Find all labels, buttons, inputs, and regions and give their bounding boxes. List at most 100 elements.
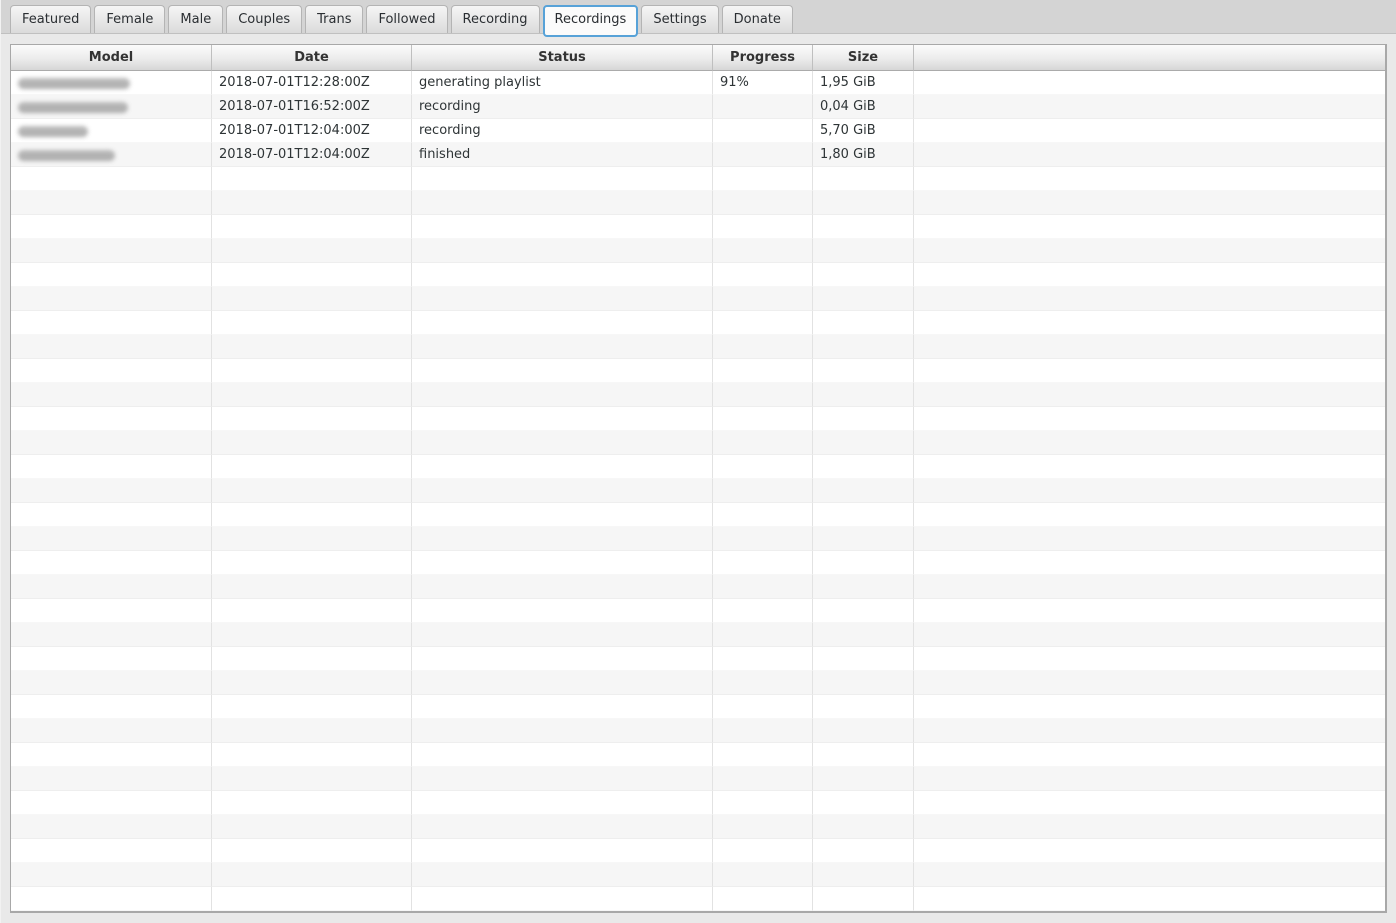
empty-table-row[interactable]	[11, 623, 1385, 647]
empty-table-row[interactable]	[11, 431, 1385, 455]
tab-recording[interactable]: Recording	[450, 5, 540, 33]
model-cell	[11, 863, 212, 887]
empty-table-row[interactable]	[11, 551, 1385, 575]
progress-cell	[713, 719, 813, 743]
model-cell	[11, 431, 212, 455]
status-cell	[412, 191, 713, 215]
progress-cell: 91%	[713, 71, 813, 95]
empty-table-row[interactable]	[11, 815, 1385, 839]
empty-table-row[interactable]	[11, 263, 1385, 287]
table-row[interactable]: 2018-07-01T12:04:00Z finished 1,80 GiB	[11, 143, 1385, 167]
date-cell	[212, 791, 412, 815]
empty-table-row[interactable]	[11, 527, 1385, 551]
date-cell: 2018-07-01T12:04:00Z	[212, 119, 412, 143]
progress-cell	[713, 647, 813, 671]
progress-cell	[713, 215, 813, 239]
empty-table-row[interactable]	[11, 335, 1385, 359]
date-cell	[212, 191, 412, 215]
status-cell	[412, 719, 713, 743]
column-header-filler[interactable]	[914, 45, 1385, 71]
size-cell	[813, 431, 914, 455]
model-cell	[11, 695, 212, 719]
empty-table-row[interactable]	[11, 239, 1385, 263]
tab-recordings[interactable]: Recordings	[542, 5, 639, 37]
column-header-status[interactable]: Status	[412, 45, 713, 71]
model-cell	[11, 191, 212, 215]
empty-table-row[interactable]	[11, 287, 1385, 311]
empty-table-row[interactable]	[11, 503, 1385, 527]
filler-cell	[914, 551, 1385, 575]
empty-table-row[interactable]	[11, 215, 1385, 239]
date-cell	[212, 431, 412, 455]
status-cell	[412, 887, 713, 911]
filler-cell	[914, 623, 1385, 647]
empty-table-row[interactable]	[11, 599, 1385, 623]
filler-cell	[914, 839, 1385, 863]
tab-couples[interactable]: Couples	[226, 5, 303, 33]
filler-cell	[914, 407, 1385, 431]
model-cell	[11, 215, 212, 239]
empty-table-row[interactable]	[11, 863, 1385, 887]
empty-table-row[interactable]	[11, 719, 1385, 743]
progress-cell	[713, 143, 813, 167]
column-header-progress[interactable]: Progress	[713, 45, 813, 71]
table-row[interactable]: 2018-07-01T12:28:00Z generating playlist…	[11, 71, 1385, 95]
size-cell	[813, 287, 914, 311]
empty-table-row[interactable]	[11, 839, 1385, 863]
model-cell	[11, 743, 212, 767]
filler-cell	[914, 263, 1385, 287]
empty-table-row[interactable]	[11, 479, 1385, 503]
column-header-size[interactable]: Size	[813, 45, 914, 71]
empty-table-row[interactable]	[11, 791, 1385, 815]
progress-cell	[713, 815, 813, 839]
date-cell: 2018-07-01T12:28:00Z	[212, 71, 412, 95]
status-cell	[412, 311, 713, 335]
model-cell	[11, 599, 212, 623]
empty-table-row[interactable]	[11, 407, 1385, 431]
progress-cell	[713, 383, 813, 407]
size-cell	[813, 887, 914, 911]
status-cell	[412, 695, 713, 719]
tab-male[interactable]: Male	[168, 5, 224, 33]
progress-cell	[713, 863, 813, 887]
empty-table-row[interactable]	[11, 743, 1385, 767]
tab-female[interactable]: Female	[94, 5, 166, 33]
model-cell	[11, 239, 212, 263]
progress-cell	[713, 95, 813, 119]
tab-featured[interactable]: Featured	[10, 5, 92, 33]
empty-table-row[interactable]	[11, 767, 1385, 791]
status-cell	[412, 407, 713, 431]
table-row[interactable]: 2018-07-01T16:52:00Z recording 0,04 GiB	[11, 95, 1385, 119]
status-cell	[412, 527, 713, 551]
empty-table-row[interactable]	[11, 191, 1385, 215]
empty-table-row[interactable]	[11, 311, 1385, 335]
size-cell	[813, 623, 914, 647]
status-cell	[412, 239, 713, 263]
empty-table-row[interactable]	[11, 887, 1385, 911]
table-row[interactable]: 2018-07-01T12:04:00Z recording 5,70 GiB	[11, 119, 1385, 143]
redacted-model-name	[18, 102, 128, 113]
status-cell: recording	[412, 119, 713, 143]
model-cell	[11, 647, 212, 671]
column-header-date[interactable]: Date	[212, 45, 412, 71]
tab-followed[interactable]: Followed	[366, 5, 448, 33]
tab-trans[interactable]: Trans	[305, 5, 364, 33]
empty-table-row[interactable]	[11, 167, 1385, 191]
date-cell	[212, 527, 412, 551]
status-cell	[412, 575, 713, 599]
empty-table-row[interactable]	[11, 575, 1385, 599]
empty-table-row[interactable]	[11, 695, 1385, 719]
column-header-model[interactable]: Model	[11, 45, 212, 71]
status-cell	[412, 215, 713, 239]
size-cell	[813, 719, 914, 743]
model-cell	[11, 287, 212, 311]
tab-settings[interactable]: Settings	[641, 5, 719, 33]
empty-table-row[interactable]	[11, 455, 1385, 479]
size-cell	[813, 527, 914, 551]
tab-donate[interactable]: Donate	[721, 5, 793, 33]
empty-table-row[interactable]	[11, 671, 1385, 695]
empty-table-row[interactable]	[11, 647, 1385, 671]
empty-table-row[interactable]	[11, 383, 1385, 407]
size-cell	[813, 815, 914, 839]
empty-table-row[interactable]	[11, 359, 1385, 383]
